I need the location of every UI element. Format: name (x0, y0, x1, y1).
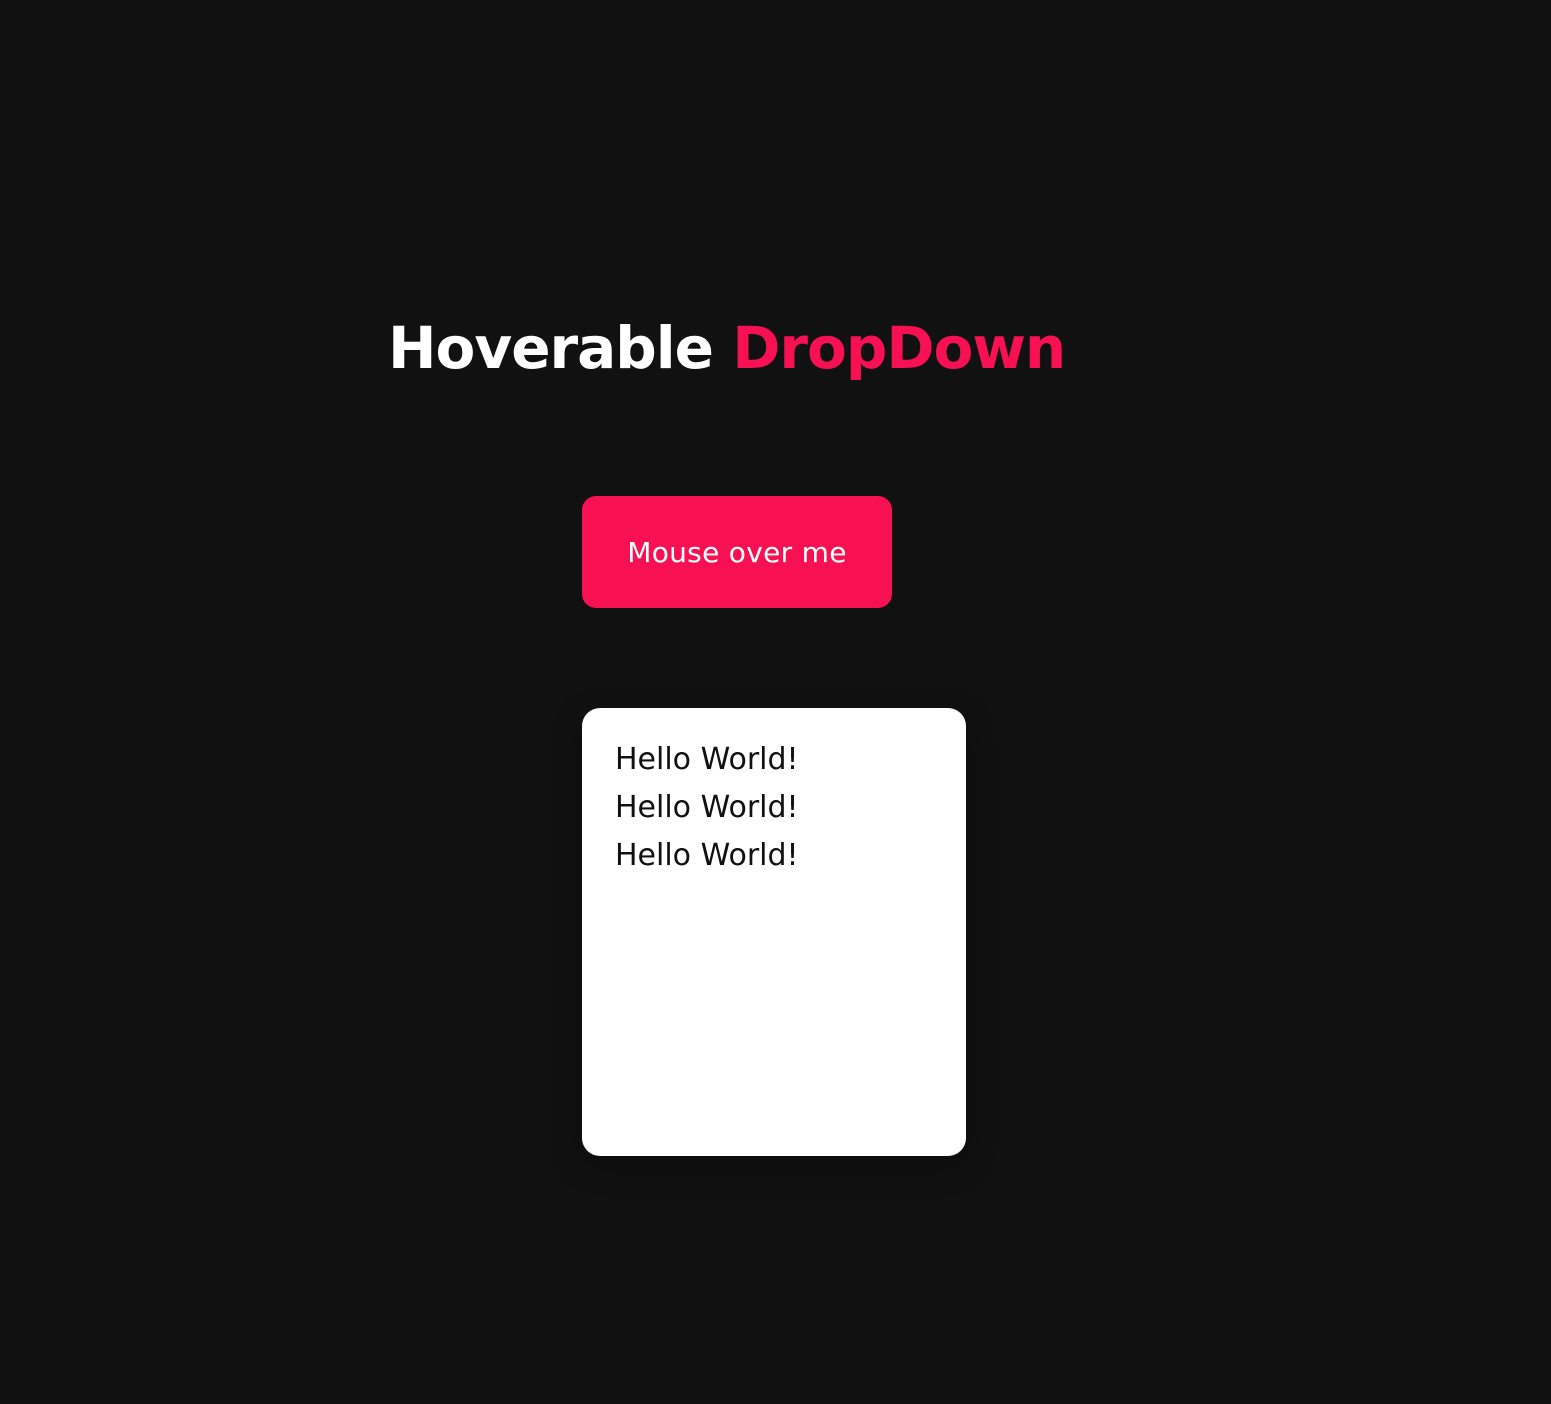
page-title: Hoverable DropDown (388, 308, 1066, 388)
title-part-main: Hoverable (388, 314, 714, 382)
page: Hoverable DropDown Mouse over me Hello W… (0, 0, 1551, 1404)
dropdown-menu: Hello World! Hello World! Hello World! (582, 708, 966, 1156)
dropdown-trigger-button[interactable]: Mouse over me (582, 496, 892, 608)
dropdown-item[interactable]: Hello World! (615, 784, 966, 832)
dropdown-item[interactable]: Hello World! (615, 736, 966, 784)
title-part-accent: DropDown (732, 314, 1066, 382)
dropdown-item[interactable]: Hello World! (615, 832, 966, 880)
